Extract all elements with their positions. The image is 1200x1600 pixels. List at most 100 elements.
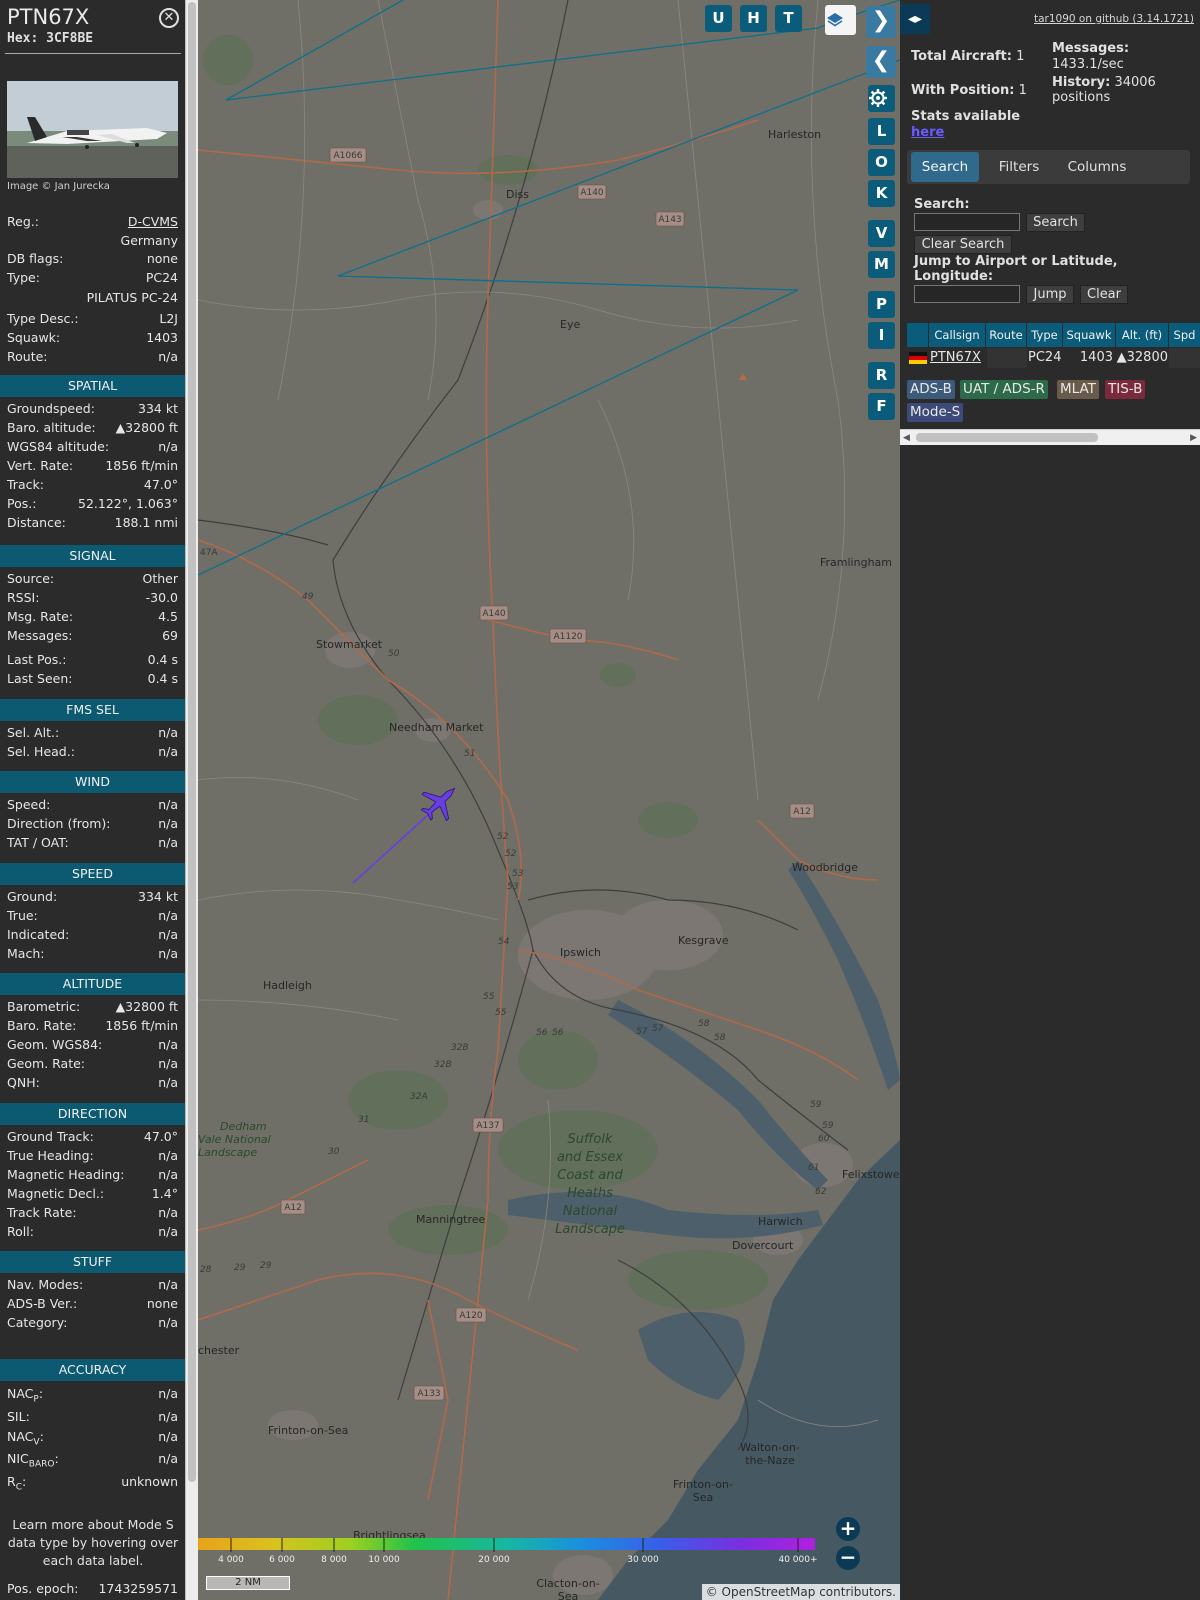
column-route[interactable]: Route: [986, 323, 1026, 347]
close-icon[interactable]: ✕: [159, 8, 179, 28]
scroll-right-arrow[interactable]: ▶: [1190, 430, 1197, 446]
junction-label: 57: [652, 1024, 664, 1034]
signal-4-value: 0.4 s: [147, 652, 178, 667]
jump-button[interactable]: Jump: [1026, 285, 1074, 304]
stuff-2-row: Category: n/a: [7, 1315, 178, 1334]
row-route: [987, 348, 1027, 368]
road-label: A140: [580, 188, 604, 198]
column-altitude[interactable]: Alt. (ft): [1116, 323, 1168, 347]
accuracy-3-label-subscript: BARO: [28, 1459, 55, 1470]
version-link[interactable]: tar1090 on github (3.14.1721): [1034, 13, 1194, 25]
sidebar-resize-toggle[interactable]: ◂▸: [900, 4, 930, 34]
column-squawk[interactable]: Squawk: [1063, 323, 1115, 347]
table-horizontal-scrollbar[interactable]: ◀ ▶: [900, 429, 1200, 445]
toggle-i-button[interactable]: I: [868, 322, 895, 349]
toggle-f-button[interactable]: F: [868, 393, 895, 420]
column-speed[interactable]: Spd: [1169, 323, 1200, 347]
fms-0-row: Sel. Alt.: n/a: [7, 725, 178, 744]
osm-link[interactable]: OpenStreetMap: [722, 1585, 816, 1599]
tab-columns[interactable]: Columns: [1057, 152, 1137, 182]
row-callsign[interactable]: PTN67X: [930, 348, 981, 368]
stats-here-link[interactable]: here: [911, 125, 944, 140]
speed-1-row: True: n/a: [7, 908, 178, 927]
toggle-r-button[interactable]: R: [868, 362, 895, 389]
road-label: A143: [658, 215, 681, 225]
signal-3-value: 69: [162, 628, 178, 643]
toggle-h-button[interactable]: H: [740, 5, 767, 32]
messages-label: Messages:: [1052, 41, 1130, 56]
road-label: A140: [482, 609, 506, 619]
signal-2-label: Msg. Rate:: [7, 609, 74, 624]
messages-value: 1433.1/sec: [1052, 57, 1124, 72]
speed-2-row: Indicated: n/a: [7, 927, 178, 946]
gear-icon[interactable]: [868, 85, 895, 112]
chevron-left-icon[interactable]: ❮: [866, 46, 896, 78]
clear-search-button[interactable]: Clear Search: [914, 235, 1012, 254]
scrollbar-thumb[interactable]: [916, 433, 1098, 442]
jump-input[interactable]: [914, 285, 1020, 303]
junction-label: 31: [358, 1115, 369, 1125]
spatial-4-row: Track: 47.0°: [7, 477, 178, 496]
column-callsign[interactable]: Callsign: [929, 323, 985, 347]
wind-2-label: TAT / OAT:: [7, 835, 69, 850]
altitude-3-value: n/a: [158, 1056, 178, 1071]
toggle-k-button[interactable]: K: [868, 180, 895, 207]
spatial-3-label: Vert. Rate:: [7, 458, 74, 473]
wind-0-label: Speed:: [7, 797, 51, 812]
direction-3-label: Magnetic Decl.:: [7, 1186, 105, 1201]
spatial-4-label: Track:: [7, 477, 44, 492]
left-panel-scrollbar[interactable]: [185, 0, 198, 1600]
town-label: Frinton-on-Sea: [268, 1424, 348, 1437]
accuracy-1-value: n/a: [158, 1409, 178, 1424]
search-button[interactable]: Search: [1026, 213, 1085, 232]
altitude-scale-label: 4 000: [218, 1555, 244, 1565]
accuracy-4-row: RC: unknown: [7, 1474, 178, 1493]
tab-filters[interactable]: Filters: [985, 152, 1053, 182]
altitude-1-value: 1856 ft/min: [105, 1018, 178, 1033]
town-label: Ipswich: [560, 946, 601, 959]
accuracy-2-label: NACV:: [7, 1429, 44, 1448]
section-header-altitude: ALTITUDE: [0, 973, 185, 995]
altitude-2-row: Geom. WGS84: n/a: [7, 1037, 178, 1056]
zoom-out-button[interactable]: −: [836, 1546, 860, 1570]
zoom-in-button[interactable]: +: [836, 1517, 860, 1541]
junction-label: 29: [234, 1263, 246, 1273]
search-input[interactable]: [914, 213, 1020, 231]
altitude-scale-label: 20 000: [478, 1555, 510, 1565]
flag-column-header[interactable]: [907, 323, 928, 347]
signal-0-value: Other: [142, 571, 179, 586]
altitude-2-value: n/a: [158, 1037, 178, 1052]
tab-search[interactable]: Search: [911, 152, 979, 182]
layers-icon[interactable]: [825, 5, 856, 35]
fms-0-label: Sel. Alt.:: [7, 725, 60, 740]
aircraft-table-header: Callsign Route Type Squawk Alt. (ft) Spd: [907, 323, 1200, 347]
chevron-right-icon[interactable]: ❯: [866, 6, 896, 38]
spatial-1-label: Baro. altitude:: [7, 420, 96, 435]
fms-1-value: n/a: [158, 744, 178, 759]
stats-available: Stats available here: [911, 109, 1020, 141]
toggle-t-button[interactable]: T: [775, 5, 802, 32]
altitude-4-row: QNH: n/a: [7, 1075, 178, 1094]
toggle-v-button[interactable]: V: [868, 220, 895, 247]
toggle-p-button[interactable]: P: [868, 291, 895, 318]
wind-1-row: Direction (from): n/a: [7, 816, 178, 835]
town-label: Diss: [506, 188, 529, 201]
clear-button[interactable]: Clear: [1080, 285, 1128, 304]
toggle-u-button[interactable]: U: [705, 5, 732, 32]
map-view[interactable]: Harleston Diss Eye Framlingham Stowmarke…: [198, 0, 900, 1600]
toggle-m-button[interactable]: M: [868, 251, 895, 278]
scrollbar-thumb[interactable]: [188, 2, 196, 1482]
toggle-o-button[interactable]: O: [868, 149, 895, 176]
reg-value[interactable]: D-CVMS: [128, 214, 178, 229]
toggle-l-button[interactable]: L: [868, 118, 895, 145]
table-row[interactable]: PTN67X PC24 1403 ▲32800: [907, 348, 1200, 368]
route-value: n/a: [158, 349, 178, 364]
town-label-part: the-Naze: [745, 1454, 795, 1467]
accuracy-2-row: NACV: n/a: [7, 1429, 178, 1448]
legend-adsb: ADS-B: [907, 380, 955, 399]
scroll-left-arrow[interactable]: ◀: [903, 430, 910, 446]
column-type[interactable]: Type: [1027, 323, 1062, 347]
photo-credit: Image © Jan Jurecka: [7, 181, 110, 192]
landscape-label-line: Heaths: [567, 1186, 613, 1201]
aircraft-photo[interactable]: [7, 81, 178, 178]
